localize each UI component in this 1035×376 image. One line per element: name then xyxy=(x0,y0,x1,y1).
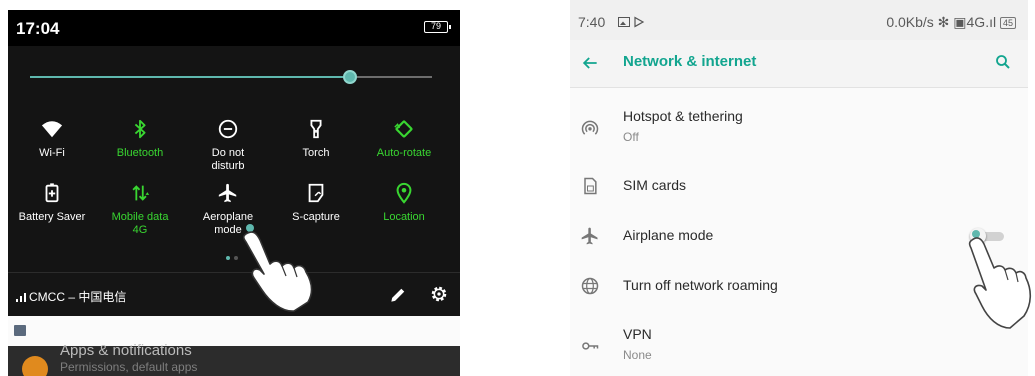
globe-icon xyxy=(581,277,599,295)
hand-pointer-icon xyxy=(968,230,1032,329)
app-bar: Network & internet xyxy=(570,40,1028,88)
battery-icon: 45 xyxy=(999,17,1016,29)
page-dot-active xyxy=(226,256,230,260)
tile-torch[interactable]: Torch xyxy=(272,118,360,160)
tile-label: Battery Saver xyxy=(18,211,86,223)
apps-notifications-title: Apps & notifications xyxy=(60,342,192,359)
tile-sublabel: 4G xyxy=(132,224,148,236)
tile-label: Do not xyxy=(211,147,245,159)
brightness-thumb[interactable] xyxy=(343,70,357,84)
network-speed: 0.0Kb/s ✻ ▣4G.ıl xyxy=(886,14,997,30)
tile-mobile-data[interactable]: Mobile data 4G xyxy=(96,182,184,237)
list-item-title: Turn off network roaming xyxy=(623,277,778,293)
gear-icon[interactable] xyxy=(429,284,449,304)
gallery-play-icon xyxy=(618,16,645,28)
airplane-icon xyxy=(218,183,237,203)
back-arrow-icon[interactable] xyxy=(580,53,600,73)
mobile-data-icon xyxy=(132,185,150,201)
tile-do-not-disturb[interactable]: Do not disturb xyxy=(184,118,272,173)
list-item-title: VPN xyxy=(623,326,652,342)
status-bar: 7:40 0.0Kb/s ✻ ▣4G.ıl 45 xyxy=(570,0,1028,40)
tile-battery-saver[interactable]: Battery Saver xyxy=(8,182,96,224)
carrier-name: CMCC – 中国电信 xyxy=(29,290,127,304)
tile-sublabel: disturb xyxy=(211,160,245,172)
bluetooth-icon xyxy=(134,119,146,139)
airplane-icon xyxy=(581,227,598,245)
tile-label: Wi-Fi xyxy=(39,147,65,159)
list-item-subtitle: None xyxy=(623,348,652,362)
hotspot-icon xyxy=(581,120,599,135)
do-not-disturb-icon xyxy=(218,119,238,139)
list-item-sim-cards[interactable]: SIM cards xyxy=(570,166,1028,206)
status-bar: 17:04 79 xyxy=(8,10,460,46)
tile-label: Bluetooth xyxy=(116,147,164,159)
battery-icon: 79 xyxy=(424,21,451,33)
tile-s-capture[interactable]: S-capture xyxy=(272,182,360,224)
screenshot-icon xyxy=(308,183,324,203)
settings-list-behind: Apps & notifications Permissions, defaul… xyxy=(8,342,460,376)
apps-icon xyxy=(22,356,48,376)
auto-rotate-icon xyxy=(394,120,413,138)
list-item-title: Airplane mode xyxy=(623,227,714,243)
list-item-subtitle: Off xyxy=(623,130,639,144)
tile-label: Torch xyxy=(302,147,330,159)
tile-label: Mobile data xyxy=(111,211,169,223)
status-notification-icons xyxy=(618,15,648,31)
sim-card-icon xyxy=(584,177,597,195)
tile-wifi[interactable]: Wi-Fi xyxy=(8,118,96,160)
tile-label: Auto-rotate xyxy=(376,147,432,159)
tile-auto-rotate[interactable]: Auto-rotate xyxy=(360,118,448,160)
tile-label: Location xyxy=(383,211,425,223)
brightness-slider[interactable] xyxy=(30,70,432,84)
brightness-track-empty xyxy=(350,76,432,78)
list-item-hotspot[interactable]: Hotspot & tethering Off xyxy=(570,100,1028,156)
status-right: 0.0Kb/s ✻ ▣4G.ıl 45 xyxy=(886,14,1016,31)
edit-icon[interactable] xyxy=(388,285,408,305)
list-item-title: Hotspot & tethering xyxy=(623,108,743,124)
page-title: Network & internet xyxy=(623,53,757,70)
battery-saver-icon xyxy=(45,183,59,203)
torch-icon xyxy=(310,119,322,139)
apps-notifications-subtitle: Permissions, default apps xyxy=(60,360,198,374)
list-item-title: SIM cards xyxy=(623,177,687,193)
quick-settings-panel: 17:04 79 Wi-Fi Bluetooth Do not disturb … xyxy=(8,10,460,376)
search-icon[interactable] xyxy=(994,53,1012,71)
hand-pointer-icon xyxy=(242,224,313,312)
image-icon xyxy=(14,325,26,336)
wifi-icon xyxy=(41,121,63,138)
status-time: 7:40 xyxy=(578,14,606,30)
tile-location[interactable]: Location xyxy=(360,182,448,224)
tile-bluetooth[interactable]: Bluetooth xyxy=(96,118,184,160)
brightness-track-filled xyxy=(30,76,350,78)
location-icon xyxy=(396,182,412,204)
vpn-key-icon xyxy=(582,342,599,350)
status-time: 17:04 xyxy=(16,19,60,38)
signal-icon xyxy=(16,293,26,302)
carrier-info: CMCC – 中国电信 xyxy=(16,288,126,305)
